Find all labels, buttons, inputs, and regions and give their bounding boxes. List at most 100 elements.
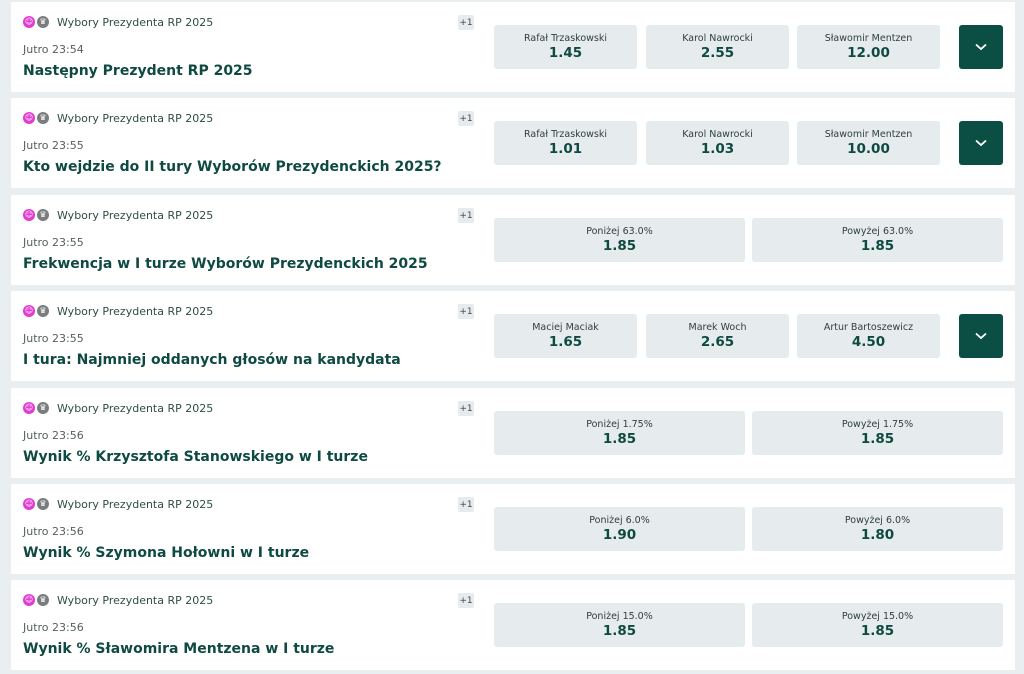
- event-card[interactable]: ☺ ♛ Wybory Prezydenta RP 2025 +1 Jutro 2…: [11, 484, 1015, 574]
- trophy-icon: ♛: [37, 16, 49, 28]
- competition-name: Wybory Prezydenta RP 2025: [57, 111, 214, 125]
- odd-button[interactable]: Powyżej 15.0% 1.85: [752, 603, 1003, 647]
- expand-more-button[interactable]: [959, 314, 1003, 358]
- chevron-down-icon: [975, 139, 987, 147]
- smiley-icon: ☺: [23, 209, 35, 221]
- odd-button[interactable]: Powyżej 1.75% 1.85: [752, 411, 1003, 455]
- odd-value: 2.65: [700, 334, 735, 350]
- odd-label: Poniżej 63.0%: [586, 226, 653, 237]
- competition-name: Wybory Prezydenta RP 2025: [57, 208, 214, 222]
- chevron-down-icon: [975, 332, 987, 340]
- extra-markets-badge[interactable]: +1: [458, 208, 474, 223]
- event-time: Jutro 23:56: [23, 429, 84, 442]
- odd-button[interactable]: Rafał Trzaskowski 1.45: [494, 25, 637, 69]
- expand-more-button[interactable]: [959, 25, 1003, 69]
- event-title[interactable]: Frekwencja w I turze Wyborów Prezydencki…: [23, 256, 428, 272]
- event-time: Jutro 23:54: [23, 43, 84, 56]
- event-card[interactable]: ☺ ♛ Wybory Prezydenta RP 2025 +1 Jutro 2…: [11, 388, 1015, 478]
- event-time: Jutro 23:56: [23, 525, 84, 538]
- event-list: ☺ ♛ Wybory Prezydenta RP 2025 +1 Jutro 2…: [0, 0, 1024, 674]
- competition-name: Wybory Prezydenta RP 2025: [57, 497, 214, 511]
- odd-button[interactable]: Artur Bartoszewicz 4.50: [797, 314, 940, 358]
- extra-markets-badge[interactable]: +1: [458, 111, 474, 126]
- odd-button[interactable]: Powyżej 6.0% 1.80: [752, 507, 1003, 551]
- trophy-icon: ♛: [37, 498, 49, 510]
- trophy-icon: ♛: [37, 594, 49, 606]
- event-title[interactable]: Wynik % Szymona Hołowni w I turze: [23, 545, 309, 561]
- odd-button[interactable]: Poniżej 63.0% 1.85: [494, 218, 745, 262]
- smiley-icon: ☺: [23, 305, 35, 317]
- event-card[interactable]: ☺ ♛ Wybory Prezydenta RP 2025 +1 Jutro 2…: [11, 291, 1015, 381]
- odd-label: Sławomir Mentzen: [824, 33, 913, 44]
- odd-label: Poniżej 1.75%: [586, 419, 653, 430]
- smiley-icon: ☺: [23, 498, 35, 510]
- extra-markets-badge[interactable]: +1: [458, 15, 474, 30]
- event-meta: ☺ ♛ Wybory Prezydenta RP 2025: [23, 111, 213, 125]
- event-card[interactable]: ☺ ♛ Wybory Prezydenta RP 2025 +1 Jutro 2…: [11, 580, 1015, 670]
- odd-value: 1.65: [548, 334, 583, 350]
- event-time: Jutro 23:55: [23, 332, 84, 345]
- odd-value: 1.85: [602, 431, 637, 447]
- event-card[interactable]: ☺ ♛ Wybory Prezydenta RP 2025 +1 Jutro 2…: [11, 195, 1015, 285]
- extra-markets-badge[interactable]: +1: [458, 401, 474, 416]
- odd-value: 1.80: [860, 527, 895, 543]
- event-title[interactable]: Wynik % Sławomira Mentzena w I turze: [23, 641, 334, 657]
- odd-value: 2.55: [700, 45, 735, 61]
- odd-button[interactable]: Karol Nawrocki 1.03: [646, 121, 789, 165]
- trophy-icon: ♛: [37, 402, 49, 414]
- event-meta: ☺ ♛ Wybory Prezydenta RP 2025: [23, 401, 213, 415]
- odd-value: 1.85: [860, 238, 895, 254]
- odd-value: 1.85: [602, 623, 637, 639]
- smiley-icon: ☺: [23, 594, 35, 606]
- odd-button[interactable]: Poniżej 1.75% 1.85: [494, 411, 745, 455]
- event-meta: ☺ ♛ Wybory Prezydenta RP 2025: [23, 15, 213, 29]
- odd-button[interactable]: Powyżej 63.0% 1.85: [752, 218, 1003, 262]
- event-time: Jutro 23:55: [23, 236, 84, 249]
- extra-markets-badge[interactable]: +1: [458, 304, 474, 319]
- smiley-icon: ☺: [23, 402, 35, 414]
- competition-name: Wybory Prezydenta RP 2025: [57, 593, 214, 607]
- odd-value: 4.50: [851, 334, 886, 350]
- competition-name: Wybory Prezydenta RP 2025: [57, 304, 214, 318]
- odd-button[interactable]: Poniżej 6.0% 1.90: [494, 507, 745, 551]
- event-card[interactable]: ☺ ♛ Wybory Prezydenta RP 2025 +1 Jutro 2…: [11, 98, 1015, 188]
- odd-label: Powyżej 15.0%: [841, 611, 914, 622]
- smiley-icon: ☺: [23, 16, 35, 28]
- expand-more-button[interactable]: [959, 121, 1003, 165]
- odd-value: 1.85: [860, 431, 895, 447]
- event-title[interactable]: Wynik % Krzysztofa Stanowskiego w I turz…: [23, 449, 368, 465]
- event-title[interactable]: I tura: Najmniej oddanych głosów na kand…: [23, 352, 401, 368]
- odd-value: 1.03: [700, 141, 735, 157]
- event-meta: ☺ ♛ Wybory Prezydenta RP 2025: [23, 593, 213, 607]
- odd-label: Karol Nawrocki: [682, 129, 753, 140]
- competition-name: Wybory Prezydenta RP 2025: [57, 401, 214, 415]
- odd-label: Powyżej 6.0%: [844, 515, 911, 526]
- odd-button[interactable]: Karol Nawrocki 2.55: [646, 25, 789, 69]
- odd-value: 1.01: [548, 141, 583, 157]
- odd-button[interactable]: Sławomir Mentzen 12.00: [797, 25, 940, 69]
- chevron-down-icon: [975, 43, 987, 51]
- odd-button[interactable]: Sławomir Mentzen 10.00: [797, 121, 940, 165]
- odd-value: 1.45: [548, 45, 583, 61]
- event-meta: ☺ ♛ Wybory Prezydenta RP 2025: [23, 497, 213, 511]
- event-title[interactable]: Następny Prezydent RP 2025: [23, 63, 253, 79]
- odd-value: 10.00: [847, 141, 890, 157]
- event-title[interactable]: Kto wejdzie do II tury Wyborów Prezydenc…: [23, 159, 442, 175]
- event-time: Jutro 23:56: [23, 621, 84, 634]
- odd-value: 1.85: [860, 623, 895, 639]
- odd-label: Karol Nawrocki: [682, 33, 753, 44]
- extra-markets-badge[interactable]: +1: [458, 593, 474, 608]
- event-meta: ☺ ♛ Wybory Prezydenta RP 2025: [23, 208, 213, 222]
- odd-label: Poniżej 6.0%: [589, 515, 650, 526]
- competition-name: Wybory Prezydenta RP 2025: [57, 15, 214, 29]
- trophy-icon: ♛: [37, 305, 49, 317]
- odd-button[interactable]: Maciej Maciak 1.65: [494, 314, 637, 358]
- extra-markets-badge[interactable]: +1: [458, 497, 474, 512]
- event-card[interactable]: ☺ ♛ Wybory Prezydenta RP 2025 +1 Jutro 2…: [11, 2, 1015, 92]
- odd-label: Maciej Maciak: [532, 322, 599, 333]
- odd-button[interactable]: Marek Woch 2.65: [646, 314, 789, 358]
- odd-button[interactable]: Rafał Trzaskowski 1.01: [494, 121, 637, 165]
- odd-label: Powyżej 63.0%: [841, 226, 914, 237]
- odd-value: 12.00: [847, 45, 890, 61]
- odd-button[interactable]: Poniżej 15.0% 1.85: [494, 603, 745, 647]
